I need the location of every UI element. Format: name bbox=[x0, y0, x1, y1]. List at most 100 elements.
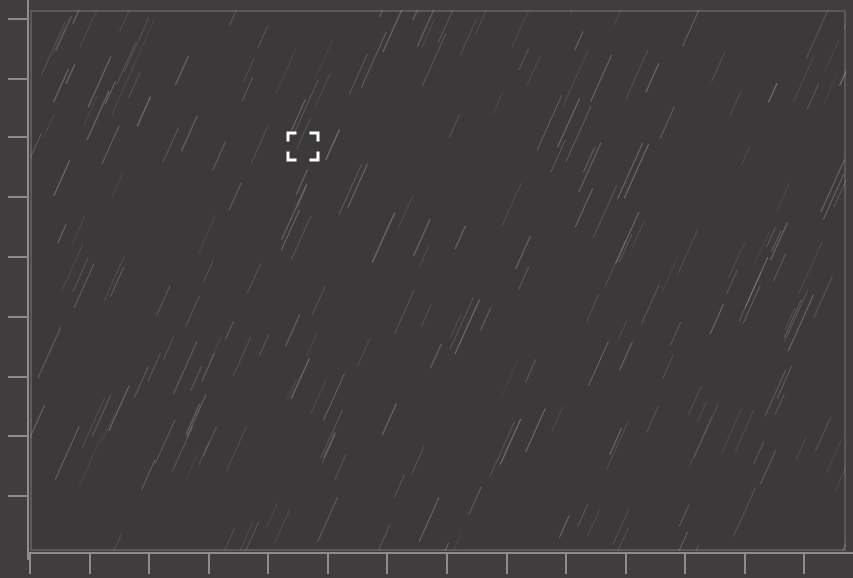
rain-streak bbox=[429, 343, 442, 369]
rain-streak bbox=[381, 403, 397, 436]
rain-streak bbox=[527, 56, 541, 85]
rain-streak bbox=[81, 397, 105, 449]
rain-streak bbox=[536, 95, 563, 151]
rain-streak bbox=[273, 509, 290, 544]
rain-streak bbox=[203, 426, 217, 456]
rain-streak bbox=[185, 454, 198, 480]
rain-streak bbox=[226, 427, 247, 471]
rain-streak bbox=[721, 407, 743, 454]
rain-streak bbox=[239, 521, 254, 551]
rain-streak bbox=[606, 421, 629, 469]
rain-streak bbox=[79, 10, 98, 47]
image-canvas[interactable] bbox=[30, 10, 846, 551]
focus-frame-icon bbox=[286, 131, 320, 162]
rain-streak bbox=[795, 437, 807, 460]
rain-streak bbox=[586, 293, 600, 322]
rain-streak bbox=[54, 425, 80, 480]
image-viewer bbox=[0, 0, 853, 578]
rain-streak bbox=[418, 497, 440, 542]
rain-streak bbox=[645, 63, 660, 93]
rain-streak bbox=[774, 393, 785, 415]
rain-streak bbox=[659, 106, 675, 139]
focus-frame-button[interactable] bbox=[286, 130, 320, 163]
rain-streak bbox=[315, 72, 331, 106]
rain-streak bbox=[551, 406, 564, 432]
rain-streak bbox=[562, 50, 589, 107]
rain-streak bbox=[228, 182, 242, 211]
rain-streak bbox=[732, 487, 757, 538]
rain-streak bbox=[618, 234, 633, 263]
rain-streak bbox=[835, 466, 846, 491]
rain-streak bbox=[416, 10, 435, 47]
rain-streak bbox=[37, 327, 62, 379]
rain-streak bbox=[492, 93, 503, 115]
rain-streak bbox=[823, 74, 838, 105]
rain-streak bbox=[347, 163, 368, 208]
rain-streak bbox=[72, 257, 89, 292]
rain-streak bbox=[379, 10, 384, 18]
rain-streak bbox=[422, 33, 447, 86]
rain-streak bbox=[454, 299, 480, 355]
rain-streak bbox=[257, 26, 268, 48]
rain-streak bbox=[525, 408, 546, 453]
rain-streak bbox=[678, 504, 690, 527]
rain-streak bbox=[824, 39, 840, 72]
rain-streak bbox=[245, 521, 260, 551]
rain-streak bbox=[310, 379, 327, 415]
rain-streak bbox=[53, 160, 71, 196]
rain-streak bbox=[515, 235, 531, 270]
rain-streak bbox=[275, 48, 297, 94]
rain-streak bbox=[41, 22, 66, 75]
rain-streak bbox=[468, 486, 482, 515]
rain-streak bbox=[518, 266, 530, 290]
rain-streak bbox=[612, 508, 630, 546]
rain-streak bbox=[619, 341, 633, 371]
rain-streak bbox=[30, 404, 46, 439]
rain-streak bbox=[641, 284, 660, 324]
rain-streak bbox=[212, 141, 227, 171]
rain-streak bbox=[813, 276, 833, 318]
rain-streak bbox=[793, 55, 815, 102]
rain-streak bbox=[201, 353, 215, 382]
rain-streak bbox=[617, 319, 628, 341]
rain-streak bbox=[632, 219, 645, 248]
rain-streak bbox=[839, 69, 846, 86]
rain-streak bbox=[676, 229, 699, 276]
rain-streak bbox=[225, 320, 235, 340]
rain-streak bbox=[190, 365, 203, 391]
rain-streak bbox=[783, 299, 802, 339]
rain-streak bbox=[697, 401, 707, 422]
rain-streak bbox=[180, 115, 198, 152]
rain-image bbox=[30, 10, 846, 551]
rain-streak bbox=[265, 502, 279, 529]
rain-streak bbox=[565, 105, 592, 162]
rain-streak bbox=[394, 474, 405, 498]
rain-streak bbox=[449, 314, 462, 339]
rain-streak bbox=[577, 504, 588, 527]
rain-streak bbox=[229, 10, 238, 26]
rain-streak bbox=[338, 164, 362, 215]
rain-streak bbox=[136, 96, 151, 127]
rain-streak bbox=[285, 314, 301, 347]
rain-streak bbox=[61, 243, 84, 292]
rain-streak bbox=[147, 352, 161, 382]
rain-streak bbox=[108, 385, 130, 432]
vertical-ruler bbox=[8, 0, 29, 560]
rain-streak bbox=[740, 145, 751, 166]
rain-streak bbox=[412, 10, 419, 21]
rain-streak bbox=[420, 303, 432, 327]
rain-streak bbox=[141, 459, 156, 490]
rain-streak bbox=[78, 433, 104, 487]
rain-streak bbox=[123, 17, 150, 73]
rain-streak bbox=[454, 225, 466, 250]
rain-streak bbox=[833, 178, 846, 208]
rain-streak bbox=[511, 10, 530, 48]
rain-streak bbox=[55, 16, 72, 51]
rain-streak bbox=[693, 403, 719, 458]
rain-streak bbox=[518, 48, 530, 71]
rain-streak bbox=[843, 22, 846, 29]
rain-streak bbox=[525, 359, 537, 383]
rain-streak bbox=[590, 54, 612, 102]
rain-streak bbox=[459, 19, 477, 56]
rain-streak bbox=[588, 341, 609, 386]
